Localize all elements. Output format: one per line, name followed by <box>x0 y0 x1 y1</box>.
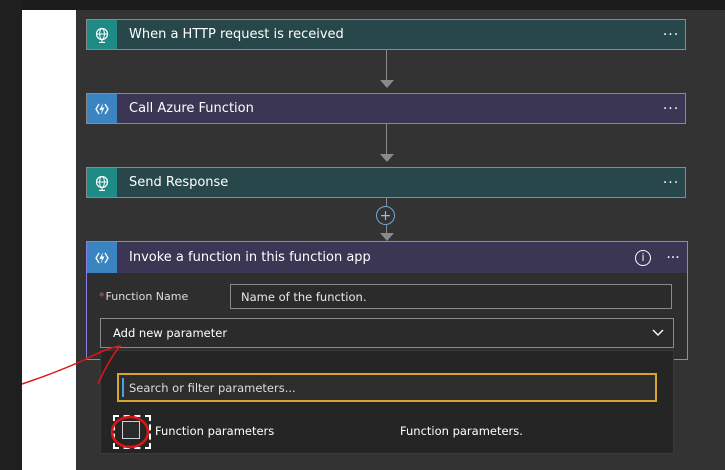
required-mark: * <box>99 290 105 303</box>
add-new-parameter-dropdown[interactable]: Add new parameter <box>100 318 674 348</box>
step-send-response[interactable]: Send Response ··· <box>86 167 686 198</box>
azure-function-icon <box>87 242 117 273</box>
step-call-azure-function[interactable]: Call Azure Function ··· <box>86 93 686 124</box>
action-header[interactable]: Invoke a function in this function app i… <box>87 242 687 273</box>
left-panel <box>0 0 22 470</box>
function-name-row: *Function Name Name of the function. <box>99 284 672 309</box>
step-http-request[interactable]: When a HTTP request is received ··· <box>86 19 686 50</box>
function-name-label: *Function Name <box>99 290 230 303</box>
step-title: When a HTTP request is received <box>129 27 344 42</box>
text-cursor <box>122 378 124 397</box>
chevron-down-icon[interactable] <box>643 328 673 338</box>
plus-icon: + <box>379 207 392 224</box>
more-options-icon[interactable]: ··· <box>657 27 685 43</box>
more-options-icon[interactable]: ··· <box>659 250 687 266</box>
add-new-parameter-label: Add new parameter <box>113 326 228 340</box>
function-parameters-checkbox[interactable] <box>122 421 140 439</box>
connector-line <box>386 124 387 154</box>
parameter-dropdown-panel: Search or filter parameters... Function … <box>100 350 674 454</box>
connector-arrow-icon <box>380 233 394 241</box>
checkbox-wrap[interactable] <box>113 415 151 449</box>
search-placeholder: Search or filter parameters... <box>129 380 296 395</box>
action-title: Invoke a function in this function app <box>129 250 371 265</box>
option-name: Function parameters <box>155 424 275 438</box>
globe-icon <box>87 20 117 49</box>
connector-arrow-icon <box>380 80 394 88</box>
function-name-placeholder: Name of the function. <box>241 289 367 304</box>
more-options-icon[interactable]: ··· <box>657 101 685 117</box>
connector-line <box>386 50 387 80</box>
more-options-icon[interactable]: ··· <box>657 175 685 191</box>
step-title: Send Response <box>129 175 229 190</box>
function-name-label-text: Function Name <box>105 290 189 303</box>
side-panel <box>22 10 76 470</box>
globe-icon <box>87 168 117 197</box>
azure-function-icon <box>87 94 117 123</box>
add-step-button[interactable]: + <box>376 206 395 225</box>
connector-arrow-icon <box>380 154 394 162</box>
step-title: Call Azure Function <box>129 101 254 116</box>
connector-line <box>386 198 387 206</box>
option-description: Function parameters. <box>400 424 523 438</box>
top-strip <box>0 0 725 10</box>
function-name-input[interactable]: Name of the function. <box>230 284 672 309</box>
parameter-option[interactable]: Function parameters Function parameters. <box>113 415 663 449</box>
search-parameters-input[interactable]: Search or filter parameters... <box>117 373 657 402</box>
info-icon[interactable]: i <box>635 249 651 266</box>
